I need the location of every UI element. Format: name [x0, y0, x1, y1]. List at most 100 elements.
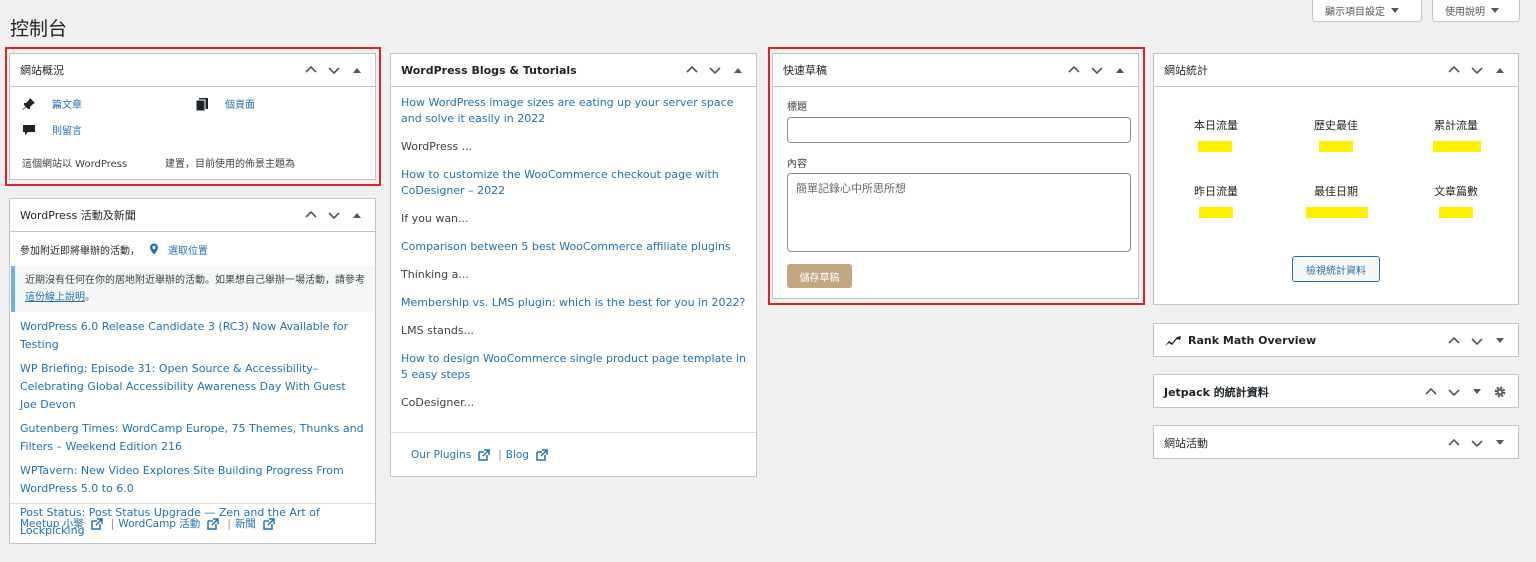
save-draft-button[interactable]: 儲存草稿	[787, 264, 852, 288]
blog-link[interactable]: How to customize the WooCommerce checkou…	[401, 167, 746, 199]
move-up-icon[interactable]	[1446, 435, 1462, 451]
select-location-link[interactable]: 選取位置	[168, 242, 208, 257]
location-pin-icon	[148, 243, 160, 255]
separator: |	[227, 517, 231, 530]
stat-value-best	[1319, 141, 1353, 152]
move-down-icon[interactable]	[1446, 384, 1462, 400]
help-link[interactable]: 這份線上說明	[25, 292, 85, 303]
blog-link[interactable]: Membership vs. LMS plugin: which is the …	[401, 295, 746, 311]
at-a-glance-widget: 網站概況 篇文章 個頁面 則留言 這個網站以 WordPress 建置，目前使用…	[9, 53, 376, 180]
move-down-icon[interactable]	[326, 62, 342, 78]
comment-icon	[22, 123, 36, 137]
blog-excerpt: LMS stands...	[401, 324, 475, 337]
toggle-panel-icon[interactable]	[1112, 62, 1128, 78]
blog-footer-link[interactable]: Blog	[506, 449, 529, 461]
posts-link[interactable]: 篇文章	[52, 96, 82, 111]
news-link[interactable]: WPTavern: New Video Explores Site Buildi…	[20, 462, 365, 498]
external-link-icon	[478, 448, 490, 461]
help-label: 使用說明	[1445, 7, 1485, 18]
toggle-panel-icon[interactable]	[1492, 435, 1508, 451]
draft-content-label: 內容	[787, 159, 807, 170]
quick-draft-widget: 快速草稿 標題 內容 簡單記錄心中所思所想 儲存草稿	[772, 53, 1139, 299]
pages-link[interactable]: 個頁面	[225, 96, 255, 111]
comments-count[interactable]: 則留言	[22, 122, 82, 137]
gear-icon[interactable]	[1492, 384, 1508, 400]
draft-title-input[interactable]	[787, 117, 1131, 143]
move-up-icon[interactable]	[1066, 62, 1082, 78]
external-link-icon	[207, 517, 220, 530]
view-stats-button[interactable]: 檢視統計資料	[1292, 256, 1380, 282]
caret-down-icon	[1391, 8, 1399, 13]
move-up-icon[interactable]	[684, 62, 700, 78]
pages-icon	[195, 97, 209, 111]
stat-label-best-date: 最佳日期	[1314, 185, 1358, 198]
widget-header: Rank Math Overview	[1154, 324, 1518, 357]
location-text: 參加附近即將舉辦的活動，	[20, 245, 140, 257]
move-down-icon[interactable]	[1469, 333, 1485, 349]
separator: |	[110, 517, 115, 530]
jetpack-stats-widget: Jetpack 的統計資料	[1153, 374, 1519, 408]
screen-options-label: 顯示項目設定	[1325, 7, 1385, 18]
stat-value-best-date	[1306, 207, 1368, 218]
stat-label-total: 累計流量	[1434, 119, 1478, 132]
rank-math-widget: Rank Math Overview	[1153, 323, 1519, 357]
move-down-icon[interactable]	[1089, 62, 1105, 78]
stat-value-posts	[1439, 207, 1473, 218]
help-button[interactable]: 使用說明	[1432, 0, 1520, 22]
blog-excerpt: CoDesigner...	[401, 396, 475, 409]
draft-content-textarea[interactable]: 簡單記錄心中所思所想	[787, 173, 1131, 252]
rank-math-icon	[1164, 335, 1182, 347]
blog-link[interactable]: Comparison between 5 best WooCommerce af…	[401, 239, 746, 255]
our-plugins-link[interactable]: Our Plugins	[411, 449, 471, 461]
posts-count[interactable]: 篇文章	[22, 96, 82, 111]
widget-title: Jetpack 的統計資料	[1164, 385, 1269, 399]
widget-title: 網站統計	[1164, 64, 1208, 77]
meetup-link[interactable]: Meetup 小聚	[20, 516, 84, 531]
move-down-icon[interactable]	[707, 62, 723, 78]
widget-title: WordPress 活動及新聞	[20, 209, 136, 222]
page-title: 控制台	[10, 18, 68, 40]
move-down-icon[interactable]	[1469, 62, 1485, 78]
news-link[interactable]: WordPress 6.0 Release Candidate 3 (RC3) …	[20, 318, 365, 354]
move-up-icon[interactable]	[303, 62, 319, 78]
widget-title: 快速草稿	[783, 64, 827, 77]
move-down-icon[interactable]	[326, 207, 342, 223]
wordcamp-link[interactable]: WordCamp 活動	[118, 516, 200, 531]
widget-header: Jetpack 的統計資料	[1154, 375, 1518, 408]
external-link-icon	[263, 517, 275, 530]
news-footer-link[interactable]: 新聞	[235, 516, 256, 531]
widget-header: 網站活動	[1154, 426, 1518, 459]
blogs-tutorials-widget: WordPress Blogs & Tutorials How WordPres…	[390, 53, 757, 477]
content-placeholder: 簡單記錄心中所思所想	[796, 182, 906, 195]
comments-link[interactable]: 則留言	[52, 122, 82, 137]
notice-end: 。	[85, 292, 95, 303]
toggle-panel-icon[interactable]	[730, 62, 746, 78]
toggle-panel-icon[interactable]	[1492, 333, 1508, 349]
blog-link[interactable]: How WordPress image sizes are eating up …	[401, 95, 746, 127]
stat-label-today: 本日流量	[1194, 119, 1238, 132]
toggle-panel-icon[interactable]	[1469, 384, 1485, 400]
toggle-panel-icon[interactable]	[1492, 62, 1508, 78]
widget-title: 網站活動	[1164, 436, 1208, 450]
widget-title: 網站概況	[20, 64, 64, 77]
blog-link[interactable]: How to design WooCommerce single product…	[401, 351, 746, 383]
move-up-icon[interactable]	[1423, 384, 1439, 400]
stat-label-yesterday: 昨日流量	[1194, 185, 1238, 198]
screen-options-button[interactable]: 顯示項目設定	[1312, 0, 1422, 22]
move-up-icon[interactable]	[1446, 333, 1462, 349]
widget-header: WordPress 活動及新聞	[10, 199, 375, 232]
widget-header: 快速草稿	[773, 54, 1138, 87]
move-down-icon[interactable]	[1469, 435, 1485, 451]
caret-down-icon	[1491, 8, 1499, 13]
move-up-icon[interactable]	[303, 207, 319, 223]
toggle-panel-icon[interactable]	[349, 62, 365, 78]
stat-value-yesterday	[1199, 207, 1233, 218]
news-link[interactable]: Gutenberg Times: WordCamp Europe, 75 The…	[20, 420, 365, 456]
news-link[interactable]: WP Briefing: Episode 31: Open Source & A…	[20, 360, 365, 414]
events-news-widget: WordPress 活動及新聞 參加附近即將舉辦的活動， 選取位置 近期沒有任何…	[9, 198, 376, 544]
move-up-icon[interactable]	[1446, 62, 1462, 78]
toggle-panel-icon[interactable]	[349, 207, 365, 223]
event-location: 參加附近即將舉辦的活動， 選取位置	[10, 232, 375, 266]
theme-text: 建置，目前使用的佈景主題為	[165, 159, 295, 170]
pages-count[interactable]: 個頁面	[195, 96, 255, 111]
